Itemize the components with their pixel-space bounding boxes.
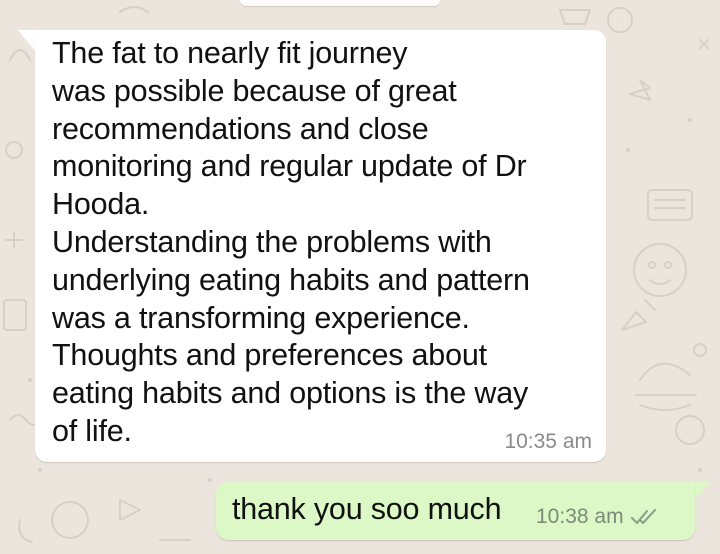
incoming-message-time: 10:35 am xyxy=(504,430,592,453)
outgoing-message-meta: 10:38 am xyxy=(536,505,660,529)
outgoing-message-text: thank you soo much xyxy=(232,492,502,526)
previous-message-edge xyxy=(240,0,440,6)
outgoing-message-time: 10:38 am xyxy=(536,505,624,528)
double-check-icon xyxy=(630,509,656,524)
incoming-message-text: The fat to nearly fit journey was possib… xyxy=(52,36,530,448)
outgoing-bubble-tail xyxy=(693,482,710,502)
incoming-bubble-tail xyxy=(18,30,36,52)
chat-window: { "messages": [ { "direction": "incoming… xyxy=(0,0,720,554)
